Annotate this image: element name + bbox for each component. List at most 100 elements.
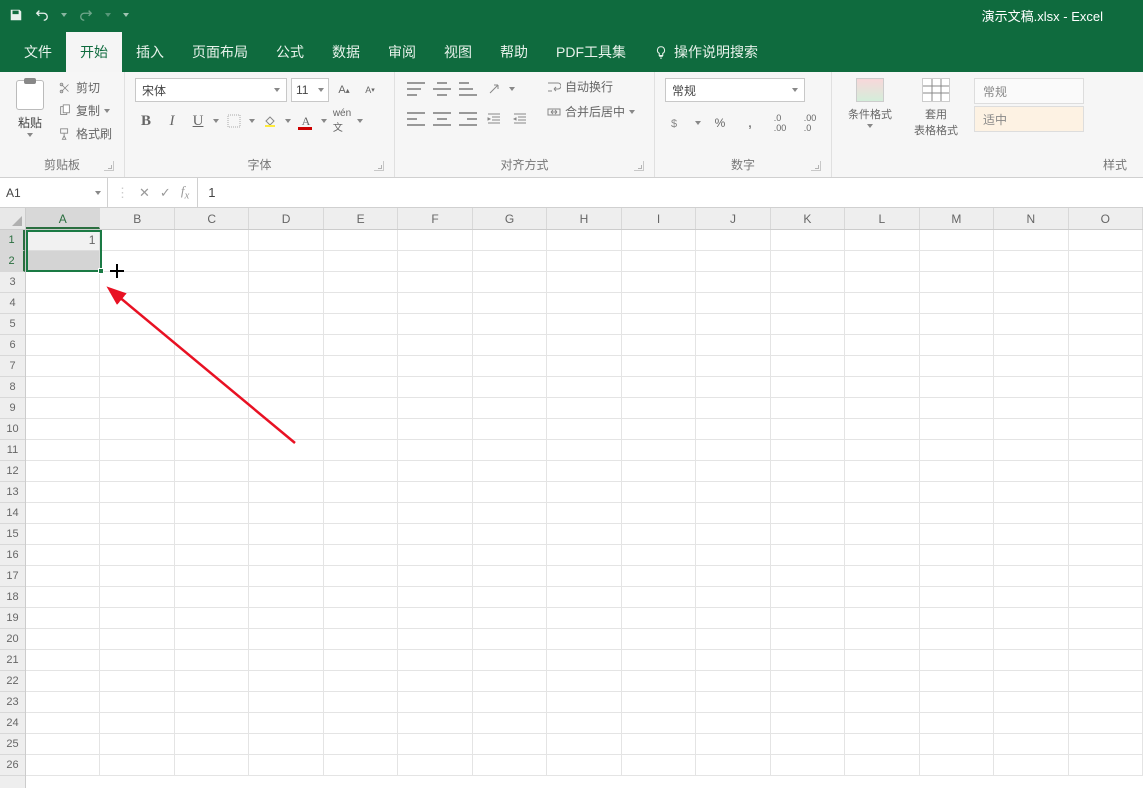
cell-F1[interactable] — [398, 230, 472, 251]
cell-I11[interactable] — [622, 440, 696, 461]
cell-I26[interactable] — [622, 755, 696, 776]
cell-J12[interactable] — [696, 461, 770, 482]
cell-L6[interactable] — [845, 335, 919, 356]
cell-J14[interactable] — [696, 503, 770, 524]
font-launcher-icon[interactable] — [374, 161, 384, 171]
cell-A26[interactable] — [26, 755, 100, 776]
cell-F3[interactable] — [398, 272, 472, 293]
cell-D20[interactable] — [249, 629, 323, 650]
undo-dropdown-icon[interactable] — [60, 7, 68, 23]
column-header-E[interactable]: E — [324, 208, 398, 229]
cell-F7[interactable] — [398, 356, 472, 377]
row-header-17[interactable]: 17 — [0, 566, 25, 587]
cell-L23[interactable] — [845, 692, 919, 713]
cell-J18[interactable] — [696, 587, 770, 608]
cell-C9[interactable] — [175, 398, 249, 419]
row-header-11[interactable]: 11 — [0, 440, 25, 461]
decrease-indent-button[interactable] — [483, 108, 505, 130]
cell-B18[interactable] — [100, 587, 174, 608]
cell-B5[interactable] — [100, 314, 174, 335]
row-header-2[interactable]: 2 — [0, 251, 25, 272]
italic-button[interactable]: I — [161, 110, 183, 132]
cell-H16[interactable] — [547, 545, 621, 566]
cell-N20[interactable] — [994, 629, 1068, 650]
cell-M18[interactable] — [920, 587, 994, 608]
cell-B12[interactable] — [100, 461, 174, 482]
cell-G9[interactable] — [473, 398, 547, 419]
cell-G4[interactable] — [473, 293, 547, 314]
cell-F21[interactable] — [398, 650, 472, 671]
cell-B4[interactable] — [100, 293, 174, 314]
cell-K1[interactable] — [771, 230, 845, 251]
cell-O14[interactable] — [1069, 503, 1143, 524]
cell-K11[interactable] — [771, 440, 845, 461]
cell-F24[interactable] — [398, 713, 472, 734]
cell-J22[interactable] — [696, 671, 770, 692]
cell-N16[interactable] — [994, 545, 1068, 566]
cell-J2[interactable] — [696, 251, 770, 272]
cell-I6[interactable] — [622, 335, 696, 356]
column-header-H[interactable]: H — [547, 208, 621, 229]
decrease-font-button[interactable]: A▾ — [359, 79, 381, 101]
cell-B21[interactable] — [100, 650, 174, 671]
cell-N2[interactable] — [994, 251, 1068, 272]
cell-L21[interactable] — [845, 650, 919, 671]
cell-N18[interactable] — [994, 587, 1068, 608]
cell-L22[interactable] — [845, 671, 919, 692]
phonetic-dropdown-icon[interactable] — [357, 119, 363, 123]
cell-I18[interactable] — [622, 587, 696, 608]
cell-C8[interactable] — [175, 377, 249, 398]
cell-F10[interactable] — [398, 419, 472, 440]
cells-area[interactable]: 1 — [26, 230, 1143, 788]
cell-E4[interactable] — [324, 293, 398, 314]
orientation-dropdown-icon[interactable] — [509, 87, 515, 91]
cell-A11[interactable] — [26, 440, 100, 461]
tab-formulas[interactable]: 公式 — [262, 32, 318, 72]
cell-D12[interactable] — [249, 461, 323, 482]
cell-M3[interactable] — [920, 272, 994, 293]
cell-K16[interactable] — [771, 545, 845, 566]
cell-L15[interactable] — [845, 524, 919, 545]
undo-icon[interactable] — [34, 7, 50, 23]
cell-D22[interactable] — [249, 671, 323, 692]
cell-K25[interactable] — [771, 734, 845, 755]
select-all-corner[interactable] — [0, 208, 26, 230]
cell-H23[interactable] — [547, 692, 621, 713]
cell-J9[interactable] — [696, 398, 770, 419]
cell-I14[interactable] — [622, 503, 696, 524]
cell-A21[interactable] — [26, 650, 100, 671]
cell-G19[interactable] — [473, 608, 547, 629]
cell-J15[interactable] — [696, 524, 770, 545]
cell-G3[interactable] — [473, 272, 547, 293]
cell-A16[interactable] — [26, 545, 100, 566]
cell-O6[interactable] — [1069, 335, 1143, 356]
cell-A1[interactable]: 1 — [26, 230, 100, 251]
cell-A8[interactable] — [26, 377, 100, 398]
cell-J13[interactable] — [696, 482, 770, 503]
cell-E7[interactable] — [324, 356, 398, 377]
cell-F25[interactable] — [398, 734, 472, 755]
cell-J3[interactable] — [696, 272, 770, 293]
cell-I10[interactable] — [622, 419, 696, 440]
cell-L1[interactable] — [845, 230, 919, 251]
row-header-4[interactable]: 4 — [0, 293, 25, 314]
cell-F23[interactable] — [398, 692, 472, 713]
cell-M26[interactable] — [920, 755, 994, 776]
tab-pdf-tools[interactable]: PDF工具集 — [542, 32, 640, 72]
cell-C17[interactable] — [175, 566, 249, 587]
cell-K2[interactable] — [771, 251, 845, 272]
cell-M14[interactable] — [920, 503, 994, 524]
cell-E21[interactable] — [324, 650, 398, 671]
cell-G14[interactable] — [473, 503, 547, 524]
cell-D19[interactable] — [249, 608, 323, 629]
cell-M13[interactable] — [920, 482, 994, 503]
cancel-icon[interactable]: ✕ — [139, 185, 150, 201]
cell-N3[interactable] — [994, 272, 1068, 293]
cell-F17[interactable] — [398, 566, 472, 587]
cell-B2[interactable] — [100, 251, 174, 272]
cell-I19[interactable] — [622, 608, 696, 629]
cell-I2[interactable] — [622, 251, 696, 272]
cell-K7[interactable] — [771, 356, 845, 377]
cell-B8[interactable] — [100, 377, 174, 398]
cell-F15[interactable] — [398, 524, 472, 545]
